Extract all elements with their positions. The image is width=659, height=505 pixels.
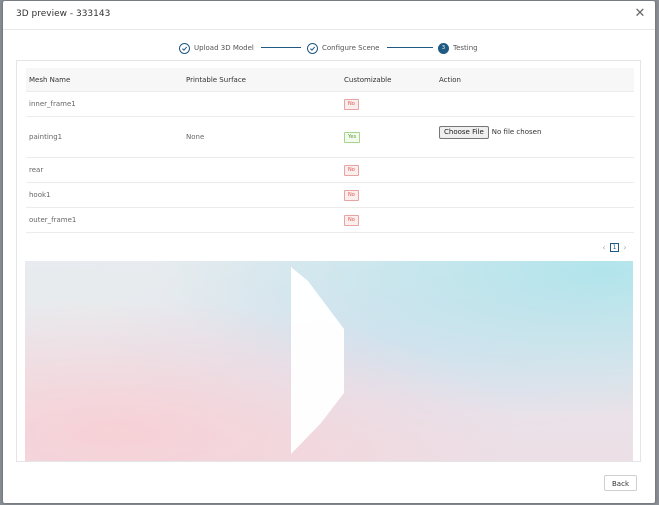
modal-title: 3D preview - 333143 — [16, 9, 111, 19]
3d-preview-canvas[interactable] — [25, 261, 633, 461]
customizable-badge: No — [344, 164, 359, 176]
table-row: inner_frame1 No — [26, 91, 634, 117]
customizable-badge: Yes — [344, 131, 361, 143]
action-cell — [436, 207, 634, 233]
table-header-row: Mesh Name Printable Surface Customizable… — [26, 68, 634, 92]
table-row: rear No — [26, 157, 634, 183]
mesh-name: hook1 — [26, 182, 183, 208]
action-cell — [436, 157, 634, 183]
printable-surface — [183, 182, 341, 208]
step-label: Configure Scene — [322, 44, 380, 52]
column-header: Customizable — [341, 68, 436, 92]
customizable-badge: No — [344, 189, 359, 201]
file-input: Choose File No file chosen — [439, 125, 634, 139]
chevron-right-icon[interactable]: › — [621, 243, 629, 252]
back-button[interactable]: Back — [604, 475, 637, 491]
mesh-name: inner_frame1 — [26, 91, 183, 117]
action-cell: Choose File No file chosen — [436, 116, 634, 158]
step-testing: 3 Testing — [438, 39, 478, 57]
printable-surface — [183, 207, 341, 233]
table-row: painting1 None Yes Choose File No file c… — [26, 116, 634, 158]
column-header: Printable Surface — [183, 68, 341, 92]
stepper: Upload 3D Model Configure Scene 3 Testin… — [3, 39, 655, 57]
page-number[interactable]: 1 — [610, 243, 619, 252]
step-configure: Configure Scene — [307, 39, 380, 57]
mesh-table: Mesh Name Printable Surface Customizable… — [26, 68, 634, 233]
printable-surface — [183, 157, 341, 183]
step-upload: Upload 3D Model — [179, 39, 254, 57]
action-cell — [436, 91, 634, 117]
printable-surface: None — [183, 116, 341, 158]
step-label: Testing — [453, 44, 478, 52]
column-header: Action — [436, 68, 634, 92]
file-status: No file chosen — [491, 128, 542, 136]
step-label: Upload 3D Model — [194, 44, 254, 52]
mesh-name: outer_frame1 — [26, 207, 183, 233]
step-number-icon: 3 — [438, 42, 449, 54]
choose-file-button[interactable]: Choose File — [439, 125, 489, 139]
column-header: Mesh Name — [26, 68, 183, 92]
3d-model-shape — [291, 267, 344, 454]
printable-surface — [183, 91, 341, 117]
chevron-left-icon[interactable]: ‹ — [600, 243, 608, 252]
mesh-name: rear — [26, 157, 183, 183]
action-cell — [436, 182, 634, 208]
check-circle-icon — [179, 42, 190, 54]
pagination: ‹ 1 › — [600, 242, 629, 253]
close-icon[interactable]: ✕ — [633, 7, 647, 21]
table-row: outer_frame1 No — [26, 207, 634, 233]
mesh-name: painting1 — [26, 116, 183, 158]
step-connector — [387, 47, 433, 48]
step-connector — [261, 47, 301, 48]
check-circle-icon — [307, 42, 318, 54]
table-row: hook1 No — [26, 182, 634, 208]
customizable-badge: No — [344, 98, 359, 110]
modal-header: 3D preview - 333143 ✕ — [3, 1, 655, 30]
preview-modal: 3D preview - 333143 ✕ Upload 3D Model Co… — [3, 1, 655, 503]
testing-panel: Mesh Name Printable Surface Customizable… — [16, 60, 641, 462]
customizable-badge: No — [344, 214, 359, 226]
modal-footer: Back — [3, 465, 655, 503]
